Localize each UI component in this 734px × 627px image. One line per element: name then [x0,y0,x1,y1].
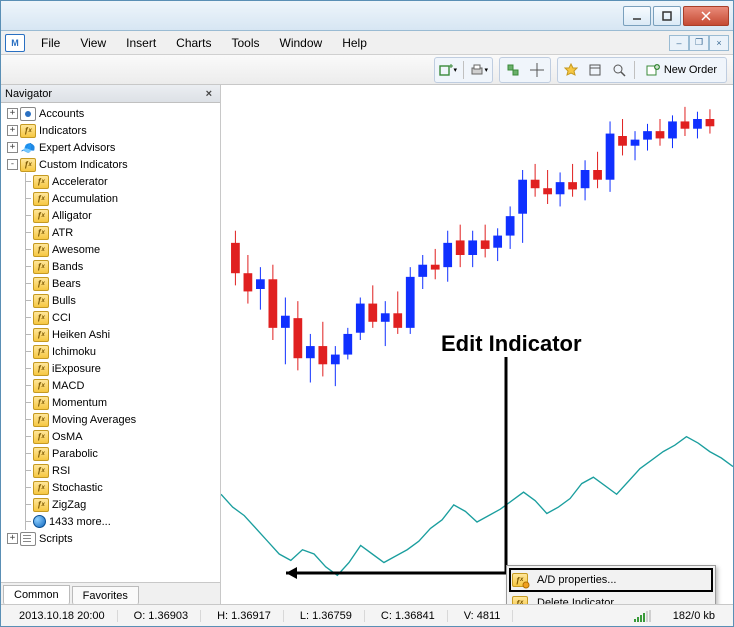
fx-x-icon: ƒx [511,594,531,604]
status-open: O: 1.36903 [122,610,201,622]
navigator-title: Navigator × [1,85,220,103]
toolbar: ▾ ▾ New Order [1,55,733,85]
tree-item-accumulation[interactable]: ƒxAccumulation [3,190,220,207]
add-chart-button[interactable]: ▾ [437,60,459,80]
tree-item-cci[interactable]: ƒxCCI [3,309,220,326]
new-order-label: New Order [664,64,717,76]
status-connection: 182/0 kb [661,610,727,622]
print-button[interactable]: ▾ [468,60,490,80]
close-button[interactable] [683,6,729,26]
tree-item-stochastic[interactable]: ƒxStochastic [3,479,220,496]
tree-item-ichimoku[interactable]: ƒxIchimoku [3,343,220,360]
tree-item-bulls[interactable]: ƒxBulls [3,292,220,309]
expand-icon[interactable]: + [7,125,18,136]
tree-item-parabolic[interactable]: ƒxParabolic [3,445,220,462]
menu-file[interactable]: File [31,33,70,53]
expand-icon[interactable]: - [7,159,18,170]
tree-item-accelerator[interactable]: ƒxAccelerator [3,173,220,190]
statusbar: 2013.10.18 20:00 O: 1.36903 H: 1.36917 L… [1,604,733,626]
mdi-close-button[interactable]: × [709,35,729,51]
favorites-button[interactable] [560,60,582,80]
menu-insert[interactable]: Insert [116,33,166,53]
window-button[interactable] [584,60,606,80]
tree-item-iexposure[interactable]: ƒxiExposure [3,360,220,377]
tree-more[interactable]: 1433 more... [3,513,220,530]
menu-tools[interactable]: Tools [222,33,270,53]
fx-gear-icon: ƒx [511,571,531,589]
tree-item-heiken-ashi[interactable]: ƒxHeiken Ashi [3,326,220,343]
tree-item-moving-averages[interactable]: ƒxMoving Averages [3,411,220,428]
tree-item-awesome[interactable]: ƒxAwesome [3,241,220,258]
tree-scripts[interactable]: +Scripts [3,530,220,547]
status-volume: V: 4811 [452,610,514,622]
crosshair-button[interactable] [526,60,548,80]
tree-item-alligator[interactable]: ƒxAlligator [3,207,220,224]
expand-icon[interactable]: + [7,142,18,153]
tree-item-macd[interactable]: ƒxMACD [3,377,220,394]
tree-accounts[interactable]: +Accounts [3,105,220,122]
menu-view[interactable]: View [70,33,116,53]
navigator-close-button[interactable]: × [202,88,216,100]
tree-item-momentum[interactable]: ƒxMomentum [3,394,220,411]
app-window: M FileViewInsertChartsToolsWindowHelp – … [0,0,734,627]
new-order-button[interactable]: New Order [639,60,724,80]
status-high: H: 1.36917 [205,610,284,622]
tree-item-zigzag[interactable]: ƒxZigZag [3,496,220,513]
mdi-controls: – ❐ × [669,35,733,51]
minimize-button[interactable] [623,6,651,26]
tree-item-osma[interactable]: ƒxOsMA [3,428,220,445]
app-icon: M [5,34,25,52]
navigator-tree[interactable]: +Accounts+ƒxIndicators+🧢Expert Advisors-… [1,103,220,582]
menu-charts[interactable]: Charts [166,33,221,53]
navigator-panel: Navigator × +Accounts+ƒxIndicators+🧢Expe… [1,85,221,604]
tree-custom-indicators[interactable]: -ƒxCustom Indicators [3,156,220,173]
status-close: C: 1.36841 [369,610,448,622]
ctx-a-d-properties[interactable]: ƒxA/D properties... [509,568,713,592]
annotation-arrow [281,355,511,585]
tree-item-bears[interactable]: ƒxBears [3,275,220,292]
tab-common[interactable]: Common [3,585,70,604]
maximize-button[interactable] [653,6,681,26]
mdi-restore-button[interactable]: ❐ [689,35,709,51]
status-datetime: 2013.10.18 20:00 [7,610,118,622]
navigator-title-text: Navigator [5,88,52,100]
zoom-button[interactable] [608,60,630,80]
menubar: M FileViewInsertChartsToolsWindowHelp – … [1,31,733,55]
profiles-button[interactable] [502,60,524,80]
menu-help[interactable]: Help [332,33,377,53]
chart-area[interactable]: Edit Indicator ƒxA/D properties...ƒxDele… [221,85,733,604]
context-menu: ƒxA/D properties...ƒxDelete IndicatorDel… [506,565,716,604]
tree-expert-advisors[interactable]: +🧢Expert Advisors [3,139,220,156]
client-area: Navigator × +Accounts+ƒxIndicators+🧢Expe… [1,85,733,604]
status-low: L: 1.36759 [288,610,365,622]
ctx-delete-indicator[interactable]: ƒxDelete Indicator [509,592,713,604]
tree-item-bands[interactable]: ƒxBands [3,258,220,275]
tree-item-atr[interactable]: ƒxATR [3,224,220,241]
mdi-minimize-button[interactable]: – [669,35,689,51]
annotation-label: Edit Indicator [441,331,582,357]
tab-favorites[interactable]: Favorites [72,586,139,604]
expand-icon[interactable]: + [7,108,18,119]
tree-indicators[interactable]: +ƒxIndicators [3,122,220,139]
tree-item-rsi[interactable]: ƒxRSI [3,462,220,479]
menu-window[interactable]: Window [270,33,333,53]
titlebar [1,1,733,31]
navigator-tabs: Common Favorites [1,582,220,604]
connection-icon [634,610,651,622]
